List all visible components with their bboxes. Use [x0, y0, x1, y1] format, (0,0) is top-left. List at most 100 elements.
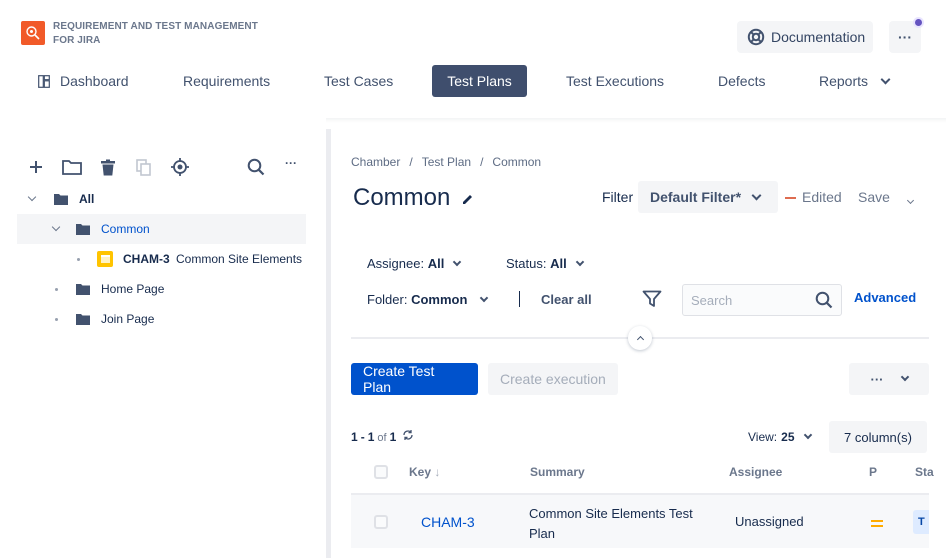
column-header-key[interactable]: Key ↓: [409, 465, 440, 479]
chevron-down-icon: [900, 372, 909, 382]
bulk-actions-button[interactable]: ···: [849, 363, 929, 395]
tree-item-label: Join Page: [101, 312, 155, 326]
edited-label: Edited: [802, 189, 842, 205]
bullet-icon: [77, 257, 80, 261]
nav-dashboard[interactable]: Dashboard: [24, 65, 143, 97]
new-folder-button[interactable]: [60, 156, 84, 178]
tree-item-label: All: [79, 192, 95, 206]
create-test-plan-button[interactable]: Create Test Plan: [351, 363, 478, 395]
tree-item-home-page[interactable]: Home Page: [17, 274, 306, 304]
refresh-icon[interactable]: [402, 429, 414, 441]
breadcrumb-item[interactable]: Common: [492, 155, 541, 169]
search-input[interactable]: [691, 292, 801, 308]
nav-defects-label: Defects: [718, 73, 766, 89]
pagination-summary: 1 - 1 of 1: [351, 429, 414, 444]
add-button[interactable]: [25, 156, 47, 178]
column-header-status[interactable]: Sta: [915, 465, 934, 479]
app-logo[interactable]: [21, 21, 45, 45]
filter-select[interactable]: Default Filter*: [638, 181, 778, 213]
column-header-summary[interactable]: Summary: [530, 465, 585, 479]
clear-all-button[interactable]: Clear all: [541, 292, 592, 307]
app-header: REQUIREMENT AND TEST MANAGEMENT FOR JIRA…: [0, 0, 950, 118]
search-icon[interactable]: [815, 291, 833, 309]
page-total: 1: [389, 430, 397, 444]
tree-item-all[interactable]: All: [17, 184, 306, 214]
create-execution-button[interactable]: Create execution: [488, 363, 618, 395]
notification-dot: [915, 19, 922, 26]
search-field[interactable]: [682, 284, 842, 316]
breadcrumb: Chamber / Test Plan / Common: [351, 155, 541, 169]
advanced-search-link[interactable]: Advanced: [854, 290, 916, 305]
copy-button[interactable]: [133, 156, 155, 178]
save-options-button[interactable]: [906, 190, 915, 208]
chevron-down-icon: [906, 196, 915, 205]
main-nav: Dashboard Requirements Test Cases Test P…: [0, 65, 950, 97]
page-title: Common: [353, 184, 451, 211]
folder-icon: [76, 283, 90, 295]
row-status-badge: T: [913, 510, 929, 534]
documentation-button[interactable]: Documentation: [737, 21, 873, 53]
collapse-filters-button[interactable]: [628, 326, 652, 350]
select-all-checkbox[interactable]: [374, 465, 388, 479]
edit-title-button[interactable]: [461, 193, 474, 211]
tree-item-common[interactable]: Common: [17, 214, 306, 244]
tree-more-button[interactable]: ···: [280, 152, 302, 174]
nav-test-plans[interactable]: Test Plans: [432, 65, 527, 97]
nav-defects[interactable]: Defects: [704, 65, 779, 97]
panel-resize-handle[interactable]: [326, 129, 331, 558]
column-header-label: Key: [409, 465, 432, 479]
lifebuoy-icon: [747, 28, 765, 46]
folder-filter[interactable]: Folder: Common: [367, 292, 489, 307]
assignee-filter-value: All: [427, 256, 445, 271]
nav-test-cases[interactable]: Test Cases: [310, 65, 407, 97]
tree-item-test-plan[interactable]: CHAM-3 Common Site Elements: [17, 244, 306, 274]
more-menu-button[interactable]: ···: [889, 21, 921, 53]
trash-icon: [101, 159, 115, 175]
assignee-filter[interactable]: Assignee: All: [367, 256, 462, 271]
chevron-down-icon: [575, 257, 584, 266]
more-icon: ···: [898, 29, 912, 45]
filter-label: Filter: [602, 189, 634, 205]
page-from: 1: [351, 430, 358, 444]
nav-reports[interactable]: Reports: [805, 65, 903, 97]
chevron-down-icon: [453, 257, 462, 266]
filter-toggle-button[interactable]: [642, 290, 662, 313]
chevron-up-icon: [636, 335, 644, 344]
locate-button[interactable]: [169, 156, 191, 178]
filter-value: Default Filter*: [650, 189, 742, 205]
breadcrumb-separator: /: [409, 155, 413, 169]
folder-icon: [54, 193, 68, 205]
nav-test-executions[interactable]: Test Executions: [552, 65, 678, 97]
delete-button[interactable]: [97, 156, 119, 178]
app-title-line1: REQUIREMENT AND TEST MANAGEMENT: [53, 21, 258, 32]
test-plan-icon: [97, 251, 113, 267]
tree-item-join-page[interactable]: Join Page: [17, 304, 306, 334]
column-header-assignee[interactable]: Assignee: [729, 465, 782, 479]
more-icon: ···: [285, 156, 297, 170]
save-filter-button[interactable]: Save: [858, 189, 890, 205]
tree-search-button[interactable]: [245, 156, 267, 178]
row-checkbox[interactable]: [374, 515, 388, 529]
folder-icon: [76, 223, 90, 235]
page-size-select[interactable]: View: 25: [748, 430, 812, 444]
folder-filter-value: Common: [411, 292, 468, 307]
columns-button[interactable]: 7 column(s): [829, 421, 927, 453]
copy-icon: [136, 158, 151, 176]
more-icon: ···: [870, 371, 884, 387]
breadcrumb-item[interactable]: Test Plan: [422, 155, 471, 169]
nav-requirements[interactable]: Requirements: [169, 65, 284, 97]
bullet-icon: [55, 317, 58, 321]
status-filter[interactable]: Status: All: [506, 256, 584, 271]
chevron-down-icon: [51, 222, 61, 233]
assignee-filter-label: Assignee:: [367, 256, 425, 271]
breadcrumb-item[interactable]: Chamber: [351, 155, 400, 169]
row-key-link[interactable]: CHAM-3: [421, 514, 475, 530]
tree-item-key: CHAM-3: [123, 252, 170, 266]
nav-test-plans-label: Test Plans: [447, 73, 512, 89]
nav-requirements-label: Requirements: [183, 73, 271, 89]
nav-dashboard-label: Dashboard: [60, 73, 129, 89]
tree-item-label: Common: [101, 222, 150, 236]
row-summary-line: Plan: [529, 526, 556, 541]
column-header-priority[interactable]: P: [869, 465, 877, 479]
status-filter-value: All: [550, 256, 567, 271]
